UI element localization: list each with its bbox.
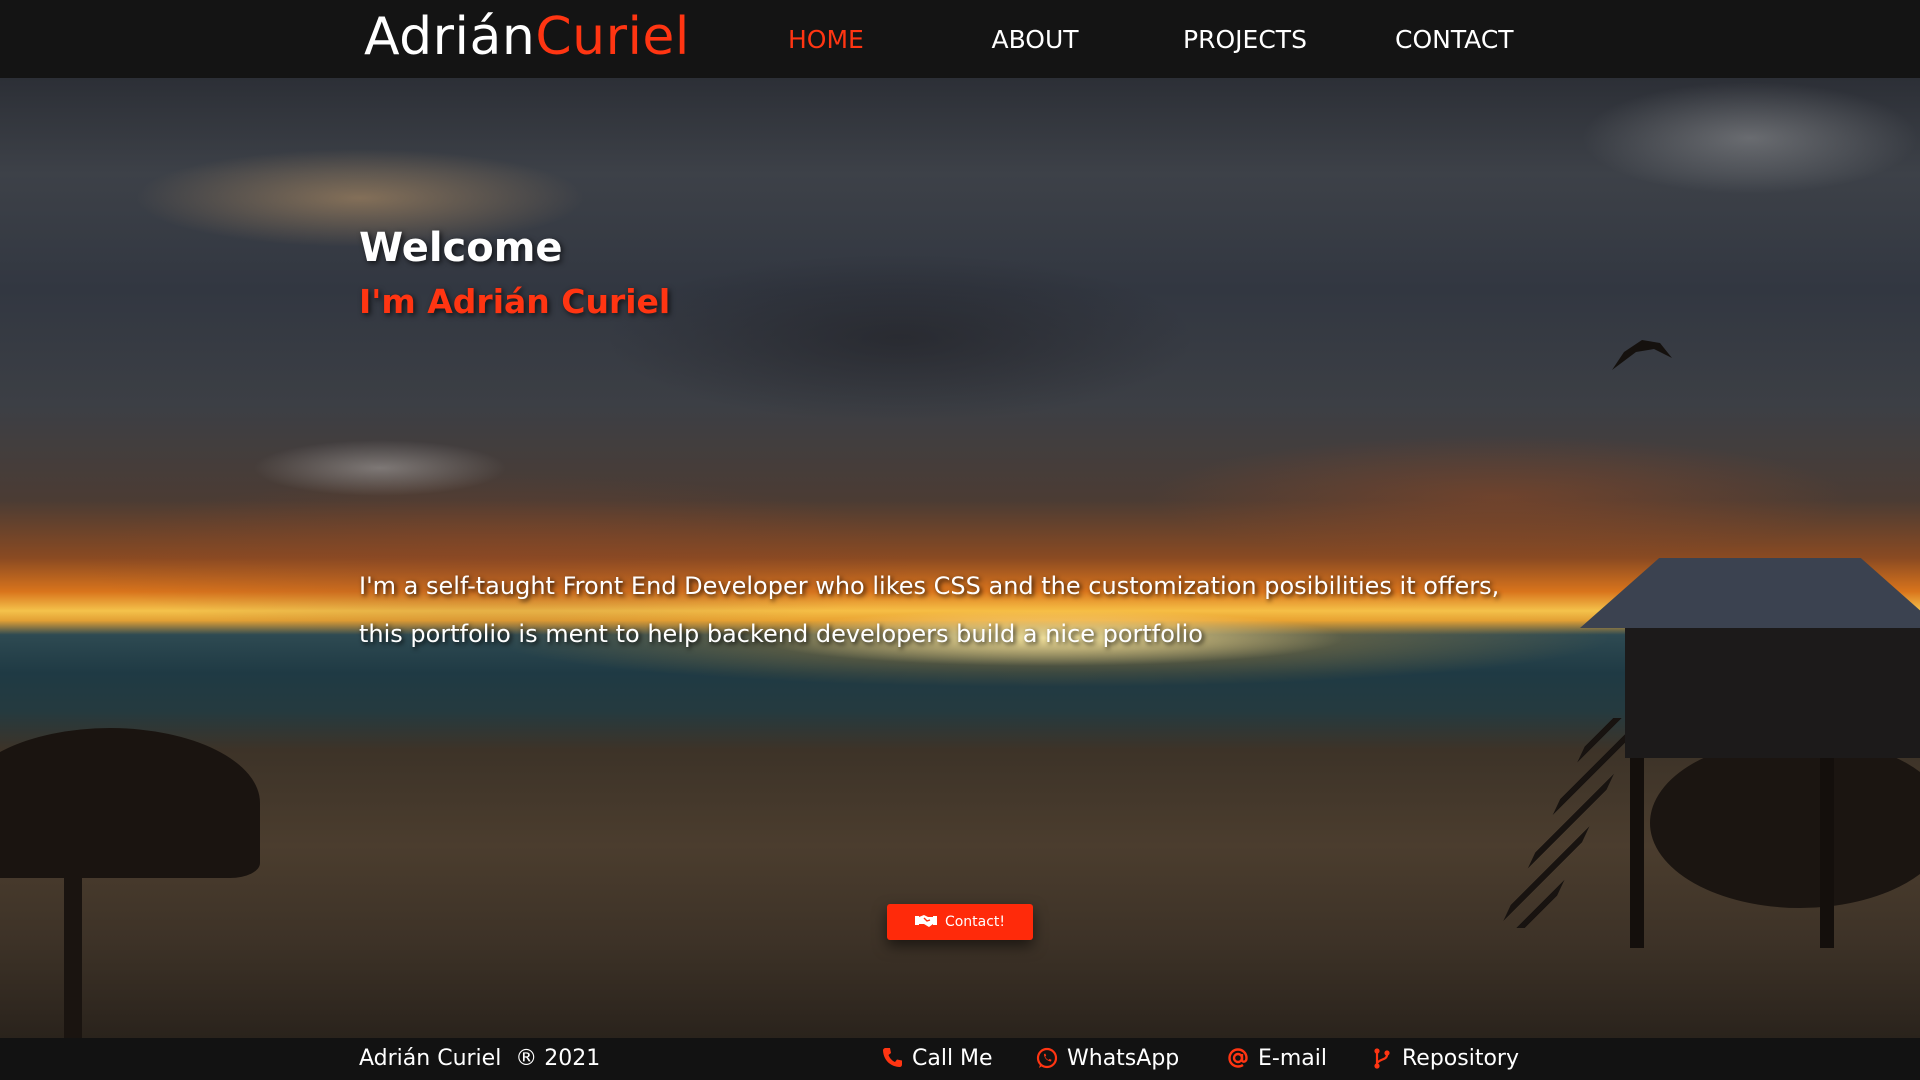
phone-icon [883, 1048, 902, 1067]
nav-home[interactable]: HOME [788, 22, 864, 58]
logo-first-name: Adrián [364, 7, 536, 67]
contact-button-label: Contact! [944, 914, 1006, 930]
contact-button[interactable]: Contact! [887, 904, 1033, 940]
logo[interactable]: AdriánCuriel [364, 4, 690, 70]
whatsapp-icon [1036, 1047, 1058, 1069]
copyright: Adrián Curiel ® 2021 [359, 1046, 601, 1071]
nav-contact[interactable]: CONTACT [1395, 22, 1514, 58]
whatsapp-link[interactable]: WhatsApp [1035, 1044, 1179, 1074]
hero-background [0, 78, 1920, 1038]
bio-line: this portfolio is ment to help backend d… [359, 620, 1203, 648]
email-link[interactable]: E-mail [1226, 1044, 1327, 1074]
git-branch-icon [1374, 1048, 1390, 1069]
repository-link[interactable]: Repository [1370, 1044, 1519, 1074]
handshake-icon [914, 915, 937, 927]
navbar: AdriánCuriel HOME ABOUT PROJECTS CONTACT [0, 0, 1920, 78]
hero-subtitle: I'm Adrián Curiel [359, 282, 671, 321]
footer: Adrián Curiel ® 2021 Call Me WhatsApp E-… [0, 1038, 1920, 1080]
bio-text: I'm a self-taught Front End Developer wh… [359, 562, 1599, 658]
nav-projects[interactable]: PROJECTS [1180, 22, 1310, 58]
footer-link-label: E-mail [1258, 1046, 1327, 1071]
lifeguard-tower [1625, 628, 1920, 758]
bio-line: I'm a self-taught Front End Developer wh… [359, 572, 1500, 600]
palapa-pole [64, 858, 82, 1038]
footer-link-label: Call Me [912, 1046, 993, 1071]
logo-last-name: Curiel [535, 7, 690, 67]
footer-link-label: WhatsApp [1067, 1046, 1180, 1071]
at-sign-icon [1228, 1048, 1248, 1068]
footer-link-label: Repository [1402, 1046, 1519, 1071]
call-me-link[interactable]: Call Me [880, 1044, 993, 1074]
welcome-heading: Welcome [359, 225, 563, 271]
nav-about[interactable]: ABOUT [990, 22, 1080, 58]
tower-leg [1820, 758, 1834, 948]
tower-leg [1630, 758, 1644, 948]
